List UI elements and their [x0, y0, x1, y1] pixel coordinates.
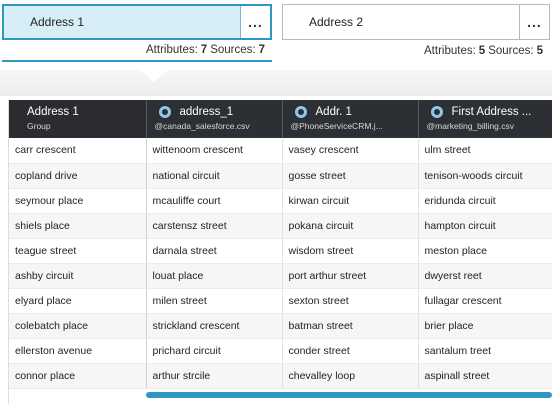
source-value-cell[interactable]: tenison-woods circuit: [418, 163, 552, 189]
table-row[interactable]: elyard place milen street sexton street ful…: [9, 288, 552, 314]
group-value-cell[interactable]: ellerston avenue: [9, 338, 147, 364]
column-header-source[interactable]: First Address ... @marketing_billing.csv: [418, 100, 552, 138]
source-value-cell[interactable]: louat place: [146, 263, 283, 289]
header-row: Address 1 Group address_1 @canada_salesf…: [9, 100, 552, 138]
group-card-stats: Attributes: 5 Sources: 5: [282, 40, 550, 62]
group-value-cell[interactable]: teague street: [9, 238, 147, 264]
more-options-button[interactable]: ...: [519, 5, 549, 39]
column-subtitle: @marketing_billing.csv: [426, 121, 515, 131]
group-card-address-1[interactable]: Address 1 ... Attributes: 7 Sources: 7: [2, 4, 272, 66]
table-row[interactable]: teague street darnala street wisdom street…: [9, 238, 552, 264]
source-value-cell[interactable]: strickland crescent: [146, 313, 283, 339]
table-row[interactable]: carr crescent wittenoom crescent vasey cre…: [9, 138, 552, 164]
source-icon: [158, 106, 171, 118]
source-value-cell[interactable]: milen street: [146, 288, 283, 314]
source-value-cell[interactable]: national circuit: [146, 163, 283, 189]
group-card-title: Address 2: [309, 15, 364, 29]
column-subtitle: @canada_salesforce.csv: [154, 121, 250, 131]
column-header-source[interactable]: Addr. 1 @PhoneServiceCRM.j...: [282, 100, 419, 138]
source-value-cell[interactable]: gosse street: [282, 163, 419, 189]
group-value-cell[interactable]: connor place: [9, 363, 147, 389]
selection-pointer-band: [0, 70, 552, 96]
source-value-cell[interactable]: brier place: [418, 313, 552, 339]
source-value-cell[interactable]: santalum treet: [418, 338, 552, 364]
group-value-cell[interactable]: elyard place: [9, 288, 147, 314]
group-value-cell[interactable]: ashby circuit: [9, 263, 147, 289]
source-value-cell[interactable]: fullagar crescent: [418, 288, 552, 314]
table-row[interactable]: connor place arthur strcile chevalley loop…: [9, 363, 552, 389]
source-value-cell[interactable]: meston place: [418, 238, 552, 264]
column-subtitle: Group: [27, 121, 51, 131]
source-value-cell[interactable]: chevalley loop: [282, 363, 419, 389]
sources-label: Sources:: [210, 44, 256, 56]
more-options-button[interactable]: ...: [240, 6, 270, 38]
table-row[interactable]: copland drive national circuit gosse stree…: [9, 163, 552, 189]
table-row[interactable]: ellerston avenue prichard circuit conder s…: [9, 338, 552, 364]
source-value-cell[interactable]: ulm street: [418, 138, 552, 164]
attributes-label: Attributes:: [146, 44, 198, 56]
source-value-cell[interactable]: prichard circuit: [146, 338, 283, 364]
sources-count: 7: [258, 44, 265, 56]
group-card-address-2[interactable]: Address 2 ... Attributes: 5 Sources: 5: [282, 4, 550, 66]
source-value-cell[interactable]: darnala street: [146, 238, 283, 264]
source-value-cell[interactable]: eridunda circuit: [418, 188, 552, 214]
attributes-count: 7: [200, 44, 208, 56]
source-value-cell[interactable]: hampton circuit: [418, 213, 552, 239]
source-value-cell[interactable]: pokana circuit: [282, 213, 419, 239]
source-value-cell[interactable]: wittenoom crescent: [146, 138, 283, 164]
column-header-source[interactable]: address_1 @canada_salesforce.csv: [146, 100, 283, 138]
group-value-cell[interactable]: seymour place: [9, 188, 147, 214]
column-header-group[interactable]: Address 1 Group: [9, 100, 147, 138]
group-value-cell[interactable]: carr crescent: [9, 138, 147, 164]
source-value-cell[interactable]: kirwan circuit: [282, 188, 419, 214]
source-value-cell[interactable]: sexton street: [282, 288, 419, 314]
source-value-cell[interactable]: arthur strcile: [146, 363, 283, 389]
attributes-label: Attributes:: [424, 45, 476, 57]
source-value-cell[interactable]: wisdom street: [282, 238, 419, 264]
column-subtitle: @PhoneServiceCRM.j...: [290, 121, 383, 131]
group-card-title: Address 1: [30, 15, 85, 29]
source-value-cell[interactable]: conder street: [282, 338, 419, 364]
source-value-cell[interactable]: mcauliffe court: [146, 188, 283, 214]
sources-count: 5: [536, 45, 543, 57]
column-title: address_1: [179, 106, 234, 118]
group-card-header[interactable]: Address 1 ...: [2, 4, 272, 40]
group-value-cell[interactable]: copland drive: [9, 163, 147, 189]
table-row[interactable]: seymour place mcauliffe court kirwan circu…: [9, 188, 552, 214]
group-card-stats: Attributes: 7 Sources: 7: [2, 40, 272, 62]
source-value-cell[interactable]: batman street: [282, 313, 419, 339]
source-value-cell[interactable]: dwyerst reet: [418, 263, 552, 289]
table-row[interactable]: ashby circuit louat place port arthur stre…: [9, 263, 552, 289]
column-title: First Address ...: [451, 106, 532, 118]
sources-label: Sources:: [488, 45, 534, 57]
horizontal-scrollbar[interactable]: [146, 392, 552, 398]
column-title: Address 1: [27, 106, 79, 118]
table-row[interactable]: shiels place carstensz street pokana circu…: [9, 213, 552, 239]
values-table: Address 1 Group address_1 @canada_salesf…: [9, 100, 552, 389]
source-value-cell[interactable]: carstensz street: [146, 213, 283, 239]
source-icon: [294, 106, 307, 118]
column-title: Addr. 1: [315, 106, 352, 118]
group-value-cell[interactable]: colebatch place: [9, 313, 147, 339]
attribute-values-grid: Address 1 Group address_1 @canada_salesf…: [8, 100, 552, 404]
group-value-cell[interactable]: shiels place: [9, 213, 147, 239]
source-value-cell[interactable]: aspinall street: [418, 363, 552, 389]
attributes-count: 5: [478, 45, 486, 57]
table-row[interactable]: colebatch place strickland crescent batman…: [9, 313, 552, 339]
source-icon: [430, 106, 443, 118]
source-value-cell[interactable]: vasey crescent: [282, 138, 419, 164]
group-card-header[interactable]: Address 2 ...: [282, 4, 550, 40]
source-value-cell[interactable]: port arthur street: [282, 263, 419, 289]
